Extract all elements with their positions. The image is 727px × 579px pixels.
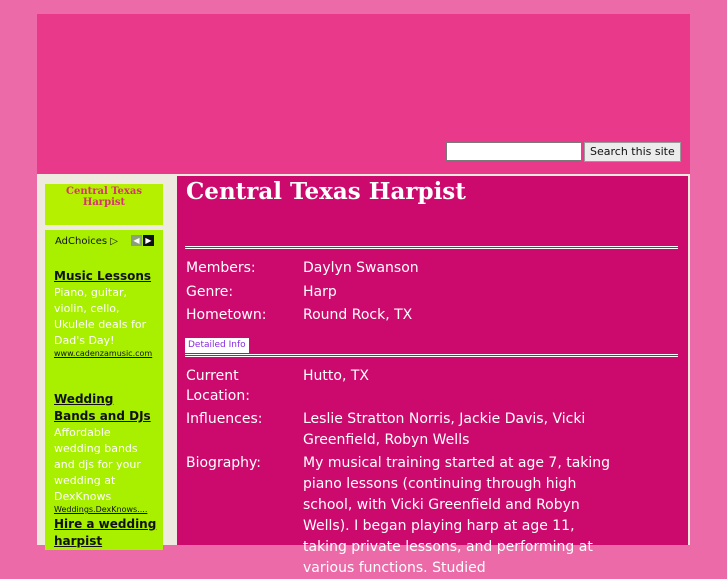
hometown-value: Round Rock, TX [303,307,413,323]
ad-url[interactable]: www.cadenzamusic.com [54,349,159,358]
ad-text: Piano, guitar, violin, cello, Ukulele de… [54,286,147,347]
search-button[interactable]: Search this site [584,142,681,162]
ad-item: Wedding Bands and DJs Affordable wedding… [54,391,159,514]
current-location-label: Current Location: [186,368,250,404]
tab-detailed-info[interactable]: Detailed Info [185,338,249,353]
biography-label: Biography: [186,455,262,471]
ad-box: AdChoices ▷ ◀ ▶ Music Lessons Piano, guit… [45,230,163,550]
ad-nav: ◀ ▶ [131,235,154,254]
ad-url[interactable]: Weddings.DexKnows.... [54,505,159,514]
hometown-label: Hometown: [186,307,267,323]
divider [185,246,678,249]
main-content: Central Texas Harpist Members: Daylyn Sw… [177,176,688,576]
members-label: Members: [186,260,256,276]
adchoices-label: AdChoices [55,236,108,247]
adchoices-icon: ▷ [110,236,118,247]
members-value: Daylyn Swanson [303,260,419,276]
search-input[interactable] [446,142,582,161]
adchoices-link[interactable]: AdChoices ▷ [55,236,118,247]
ad-item: Music Lessons Piano, guitar, violin, cel… [54,268,159,358]
ad-title[interactable]: Music Lessons [54,268,159,285]
influences-label: Influences: [186,411,263,427]
influences-value: Leslie Stratton Norris, Jackie Davis, Vi… [303,411,586,448]
current-location-value: Hutto, TX [303,368,369,384]
ad-text: Affordable wedding bands and djs for you… [54,426,141,503]
chevron-right-icon[interactable]: ▶ [143,235,154,246]
biography-value: My musical training started at age 7, ta… [303,455,611,576]
chevron-left-icon[interactable]: ◀ [131,235,142,246]
sidebar-title-box: Central Texas Harpist [45,184,163,225]
ad-title[interactable]: Wedding Bands and DJs [54,391,159,425]
sidebar-title[interactable]: Central Texas Harpist [45,186,163,208]
divider [185,354,678,357]
genre-value: Harp [303,284,337,300]
genre-label: Genre: [186,284,234,300]
page-title: Central Texas Harpist [186,178,466,205]
site-header: Search this site [37,14,690,174]
